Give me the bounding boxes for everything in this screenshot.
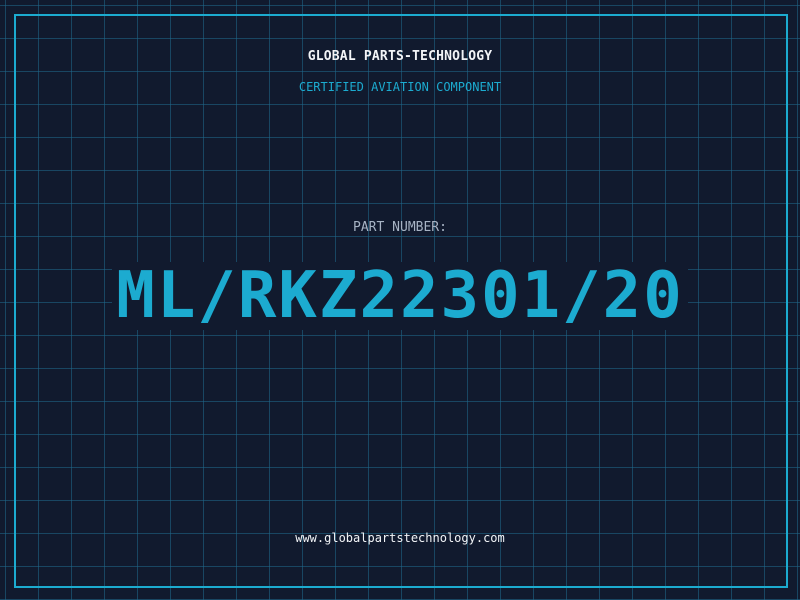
website-url: www.globalpartstechnology.com bbox=[295, 531, 505, 545]
part-number-label: PART NUMBER: bbox=[353, 220, 447, 235]
company-name: GLOBAL PARTS-TECHNOLOGY bbox=[307, 49, 493, 64]
part-number-container: ML/RKZ22301/20 bbox=[0, 262, 800, 330]
part-label-card: { "header": { "company": "GLOBAL PARTS-T… bbox=[0, 0, 800, 600]
certification-subtitle: CERTIFIED AVIATION COMPONENT bbox=[298, 80, 502, 94]
part-number-value: ML/RKZ22301/20 bbox=[112, 262, 688, 330]
